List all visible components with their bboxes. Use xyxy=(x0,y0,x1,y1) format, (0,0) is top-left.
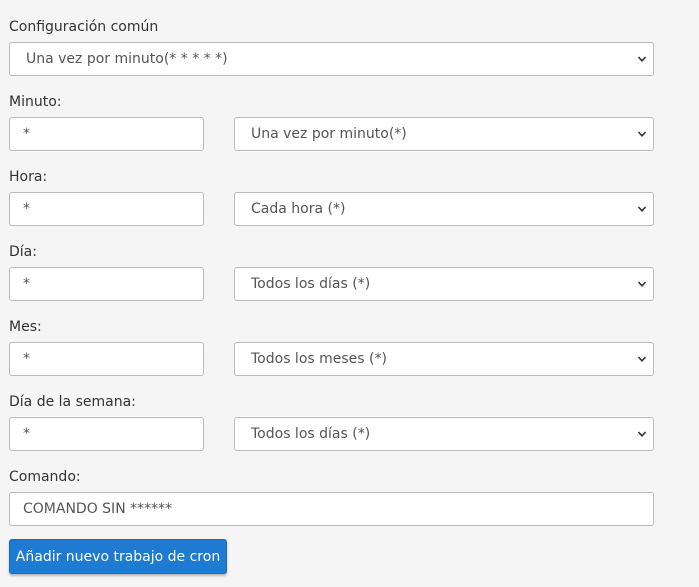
weekday-label: Día de la semana: xyxy=(9,394,136,410)
month-input[interactable]: * xyxy=(9,342,204,376)
common-settings-label: Configuración común xyxy=(9,19,159,35)
weekday-group: Día de la semana: * Todos los días (*) xyxy=(9,392,699,451)
hour-selected: Cada hora (*) xyxy=(251,201,346,217)
chevron-down-icon xyxy=(637,281,647,287)
day-label: Día: xyxy=(9,244,37,260)
month-label: Mes: xyxy=(9,319,42,335)
month-selected: Todos los meses (*) xyxy=(251,351,387,367)
cron-job-form: Configuración común Una vez por minuto(*… xyxy=(0,0,699,587)
common-settings-select[interactable]: Una vez por minuto(* * * * *) xyxy=(9,42,654,76)
hour-select[interactable]: Cada hora (*) xyxy=(234,192,654,226)
chevron-down-icon xyxy=(637,431,647,437)
hour-input[interactable]: * xyxy=(9,192,204,226)
command-group: Comando: COMANDO SIN ****** xyxy=(9,467,699,526)
day-select[interactable]: Todos los días (*) xyxy=(234,267,654,301)
hour-group: Hora: * Cada hora (*) xyxy=(9,167,699,226)
minute-group: Minuto: * Una vez por minuto(*) xyxy=(9,92,699,151)
month-select[interactable]: Todos los meses (*) xyxy=(234,342,654,376)
chevron-down-icon xyxy=(637,131,647,137)
command-input[interactable]: COMANDO SIN ****** xyxy=(9,492,654,526)
day-group: Día: * Todos los días (*) xyxy=(9,242,699,301)
weekday-input[interactable]: * xyxy=(9,417,204,451)
minute-label: Minuto: xyxy=(9,94,62,110)
minute-select[interactable]: Una vez por minuto(*) xyxy=(234,117,654,151)
day-input[interactable]: * xyxy=(9,267,204,301)
weekday-select[interactable]: Todos los días (*) xyxy=(234,417,654,451)
day-selected: Todos los días (*) xyxy=(251,276,371,292)
minute-selected: Una vez por minuto(*) xyxy=(251,126,407,142)
common-settings-group: Configuración común Una vez por minuto(*… xyxy=(9,17,699,76)
chevron-down-icon xyxy=(637,356,647,362)
chevron-down-icon xyxy=(637,56,647,62)
month-group: Mes: * Todos los meses (*) xyxy=(9,317,699,376)
chevron-down-icon xyxy=(637,206,647,212)
add-cron-job-button[interactable]: Añadir nuevo trabajo de cron xyxy=(9,539,227,574)
minute-input[interactable]: * xyxy=(9,117,204,151)
common-settings-selected: Una vez por minuto(* * * * *) xyxy=(26,51,228,67)
weekday-selected: Todos los días (*) xyxy=(251,426,371,442)
command-label: Comando: xyxy=(9,469,81,485)
hour-label: Hora: xyxy=(9,169,48,185)
